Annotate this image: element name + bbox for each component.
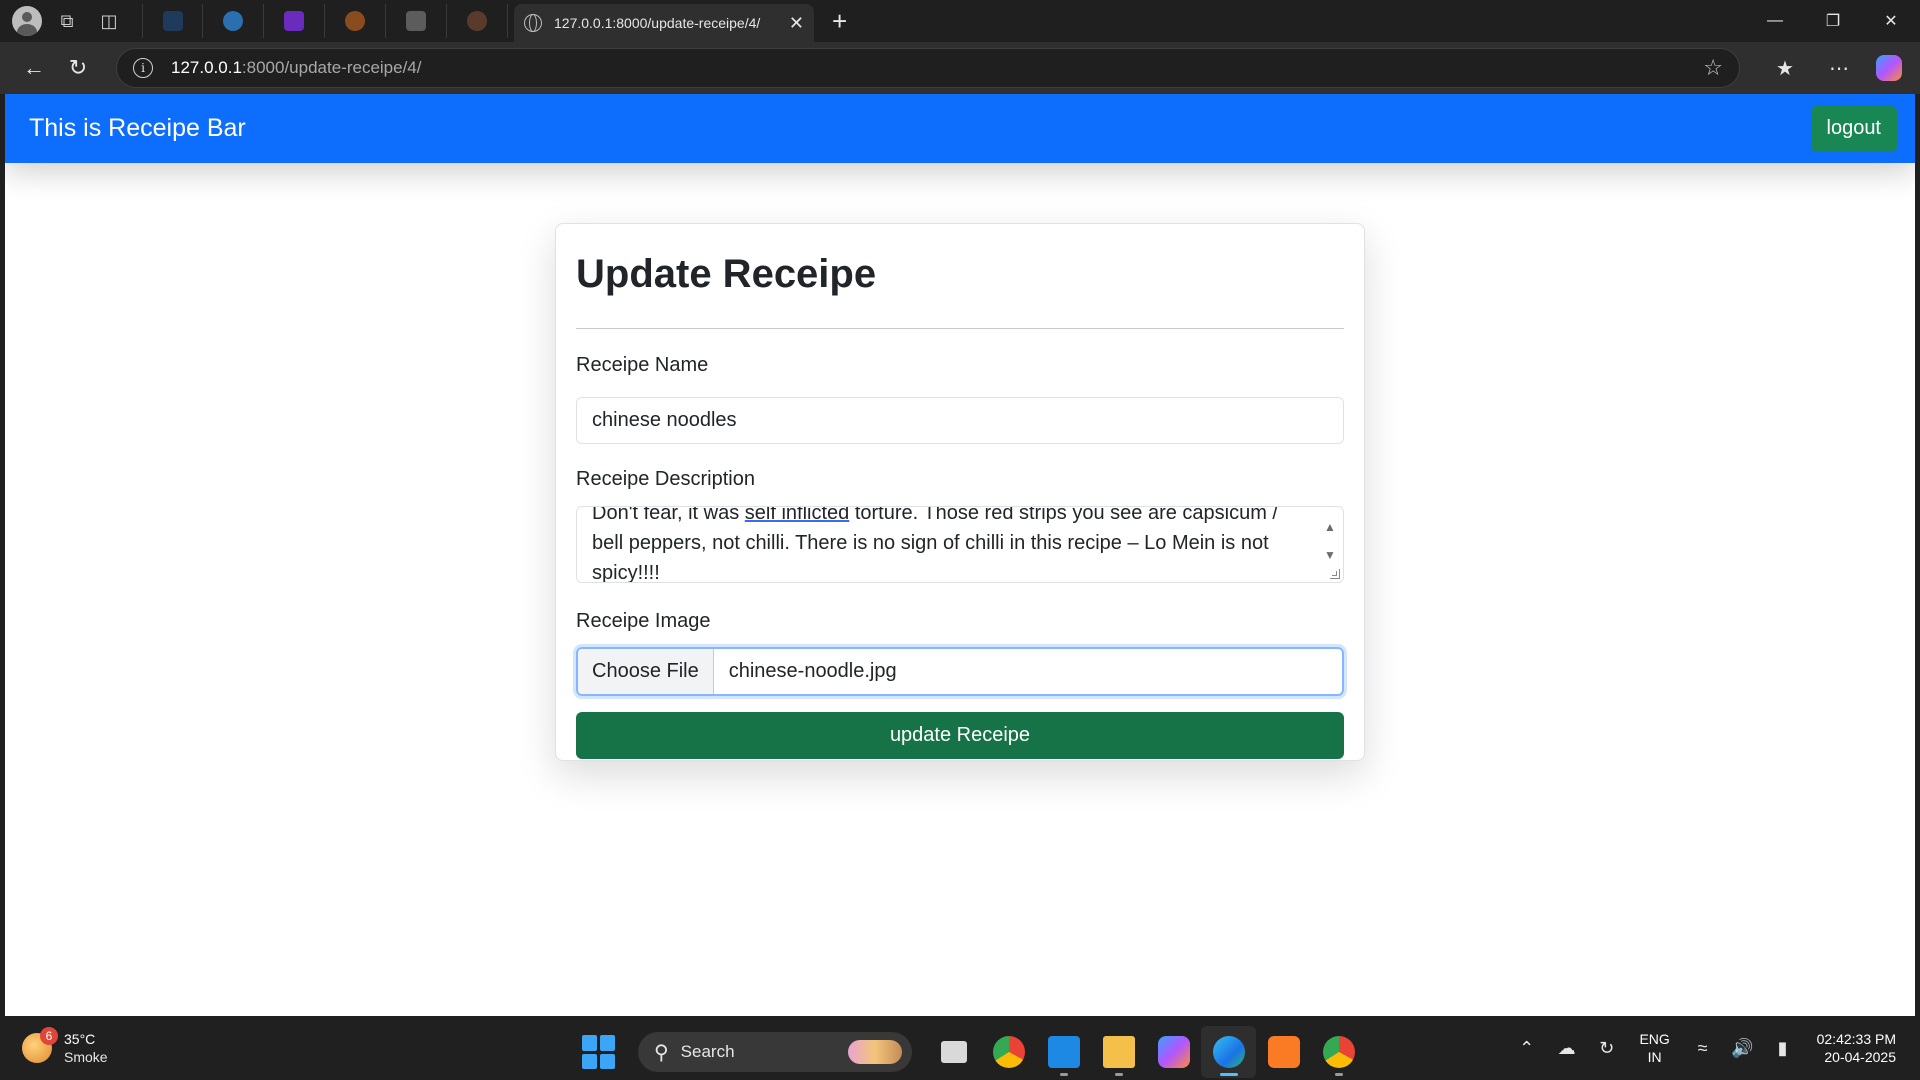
language-code: ENG [1639,1031,1670,1047]
update-receipe-form: Update Receipe Receipe Name Receipe Desc… [555,223,1365,761]
edge-icon[interactable] [1201,1026,1256,1078]
page-viewport: This is Receipe Bar logout Update Receip… [5,94,1915,1016]
pinned-tab[interactable] [325,4,386,38]
reload-icon[interactable]: ↻ [58,48,98,88]
browser-tab-bar: ⧉ ◫ 127.0.0.1:8000/update-receipe/4/ ✕ +… [0,0,1920,42]
chevron-up-icon[interactable]: ⌃ [1507,1038,1547,1059]
weather-temperature: 35°C [64,1031,96,1047]
battery-icon[interactable]: ▮ [1763,1038,1803,1059]
pinned-tabs [142,4,508,38]
workspaces-icon[interactable]: ⧉ [50,4,84,38]
site-info-icon[interactable]: i [133,58,153,78]
weather-badge: 6 [40,1027,58,1045]
system-tray: ⌃ ☁ ↻ ENG IN ≈ 🔊 ▮ 02:42:33 PM 20-04-202… [1507,1016,1920,1080]
restore-icon[interactable]: ❐ [1804,0,1862,42]
chrome-icon[interactable] [981,1026,1036,1078]
pinned-tab[interactable] [386,4,447,38]
taskbar-search[interactable]: ⚲ Search [638,1032,912,1072]
description-line3: spicy!!!! [592,562,660,583]
receipe-image-file-input[interactable]: Choose File chinese-noodle.jpg [576,647,1344,696]
new-tab-button[interactable]: + [832,6,847,37]
receipe-image-label: Receipe Image [576,610,711,632]
description-text: Don't fear, it was self inflicted tortur… [592,506,1303,583]
receipe-name-input[interactable] [576,397,1344,444]
active-tab[interactable]: 127.0.0.1:8000/update-receipe/4/ ✕ [514,4,814,42]
textarea-scrollbar[interactable]: ▲ ▼ [1323,513,1337,569]
vscode-icon[interactable] [1036,1026,1091,1078]
form-title: Update Receipe [576,252,877,296]
more-options-icon[interactable]: ⋯ [1812,48,1866,88]
url-path: :8000/update-receipe/4/ [241,58,422,77]
receipe-description-label: Receipe Description [576,468,755,490]
pinned-tab[interactable] [264,4,325,38]
region-code: IN [1647,1049,1662,1065]
back-arrow-icon[interactable]: ← [14,48,54,88]
receipe-name-label: Receipe Name [576,354,709,376]
volume-icon[interactable]: 🔊 [1723,1038,1763,1059]
minimize-icon[interactable]: — [1746,0,1804,42]
onedrive-cloud-icon[interactable]: ☁ [1547,1038,1587,1059]
weather-widget[interactable]: 6 35°C Smoke [22,1027,108,1066]
pinned-tab[interactable] [203,4,264,38]
scroll-down-icon[interactable]: ▼ [1324,541,1336,569]
task-view-icon[interactable] [926,1026,981,1078]
favorite-star-icon[interactable]: ☆ [1703,55,1723,81]
clock[interactable]: 02:42:33 PM 20-04-2025 [1817,1030,1896,1066]
close-window-icon[interactable]: ✕ [1862,0,1920,42]
resize-handle-icon[interactable] [1330,569,1340,579]
profile-avatar-icon[interactable] [12,6,42,36]
weather-condition: Smoke [64,1049,108,1065]
taskbar: 6 35°C Smoke ⚲ Search ⌃ ☁ ↻ ENG IN ≈ 🔊 ▮… [0,1016,1920,1080]
scroll-up-icon[interactable]: ▲ [1324,513,1336,541]
search-highlight-icon [848,1040,902,1064]
description-line2: bell peppers, not chilli. There is no si… [592,532,1269,554]
choose-file-button[interactable]: Choose File [578,649,714,694]
clock-date: 20-04-2025 [1824,1049,1896,1065]
logout-button[interactable]: logout [1810,105,1897,152]
chrome-dev-icon[interactable] [1311,1026,1366,1078]
description-line1-end: torture. Those red strips you see are ca… [849,506,1278,524]
wifi-icon[interactable]: ≈ [1683,1038,1723,1059]
xampp-icon[interactable] [1256,1026,1311,1078]
globe-icon [524,14,542,32]
windows-start-icon[interactable] [582,1035,616,1069]
tab-actions-icon[interactable]: ◫ [92,4,126,38]
file-explorer-icon[interactable] [1091,1026,1146,1078]
copilot-app-icon[interactable] [1146,1026,1201,1078]
weather-icon: 6 [22,1027,58,1063]
browser-tools: ★ ⋯ [1758,48,1902,88]
window-controls: — ❐ ✕ [1746,0,1920,42]
language-indicator[interactable]: ENG IN [1627,1030,1683,1066]
update-receipe-button[interactable]: update Receipe [576,712,1344,759]
divider [576,328,1344,329]
copilot-icon[interactable] [1876,55,1902,81]
clock-time: 02:42:33 PM [1816,1031,1896,1047]
navbar-brand[interactable]: This is Receipe Bar [29,114,246,143]
spellcheck-underline: self inflicted [744,506,850,524]
receipe-description-textarea[interactable]: Don't fear, it was self inflicted tortur… [576,506,1344,583]
app-navbar: This is Receipe Bar logout [5,94,1915,163]
selected-file-name: chinese-noodle.jpg [728,660,897,682]
favorites-icon[interactable]: ★ [1758,48,1812,88]
address-bar[interactable]: i 127.0.0.1:8000/update-receipe/4/ ☆ [116,48,1740,88]
search-label: Search [680,1042,735,1061]
tab-title: 127.0.0.1:8000/update-receipe/4/ [554,15,761,31]
browser-toolbar: ← ↻ i 127.0.0.1:8000/update-receipe/4/ ☆… [0,42,1920,94]
search-icon: ⚲ [654,1041,669,1064]
url-host: 127.0.0.1 [171,58,242,77]
close-tab-icon[interactable]: ✕ [789,13,804,34]
taskbar-apps: ⚲ Search [582,1026,1366,1078]
description-line1-start: Don't fear, it was [592,506,745,524]
pinned-tab[interactable] [142,4,203,38]
pinned-tab[interactable] [447,4,508,38]
sync-icon[interactable]: ↻ [1587,1038,1627,1059]
